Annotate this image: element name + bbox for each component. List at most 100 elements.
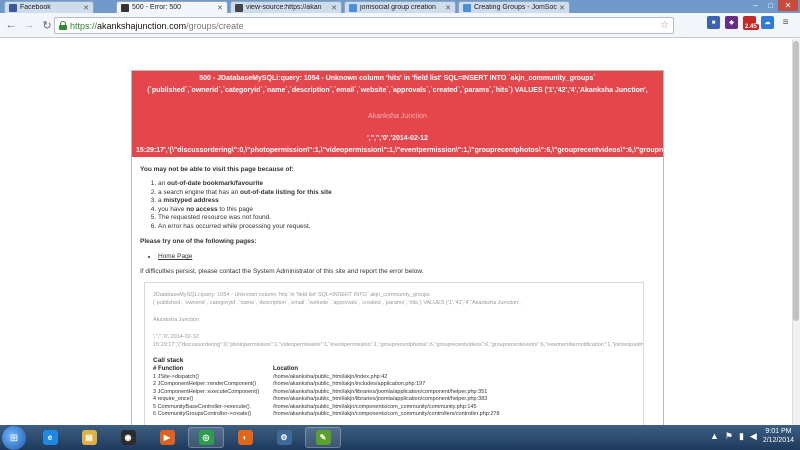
taskbar-app-button[interactable]: ✎ [305, 427, 341, 448]
url-path: /groups/create [186, 20, 244, 31]
tab-title: Facebook [20, 4, 51, 11]
tab-title: 500 - Error: 500 [132, 4, 182, 11]
extension-icon[interactable]: ■ [707, 16, 720, 29]
detail-line: JDatabaseMySQLi:query: 1054 - Unknown co… [153, 292, 432, 298]
start-button[interactable]: ⊞ [2, 426, 26, 450]
extension-icons: ■ ◆ 2.45 ☁ ≡ [707, 16, 792, 30]
error-header: 500 - JDatabaseMySQLi:query: 1054 - Unkn… [132, 71, 663, 157]
clock-date: 2/12/2014 [762, 437, 794, 444]
star-icon[interactable]: ☆ [660, 20, 669, 31]
jomsocial-favicon-icon [463, 3, 471, 12]
ie-icon: e [42, 430, 58, 445]
back-arrow-icon[interactable]: ← [4, 18, 18, 32]
page-viewport: 500 - JDatabaseMySQLi:query: 1054 - Unkn… [0, 39, 800, 425]
table-row: 4 require_once()/home/akanksha/public_ht… [153, 396, 488, 402]
list-item: The requested resource was not found. [158, 214, 655, 223]
tab-jomsocial-group-creation[interactable]: jomsocial group creation ✕ [344, 1, 456, 13]
volume-icon[interactable]: ◀ [750, 431, 757, 442]
call-stack-title: Call stack [153, 357, 184, 364]
error-content: You may not be able to visit this page b… [132, 157, 663, 425]
address-bar[interactable]: https:// akankshajunction.com /groups/cr… [54, 17, 674, 34]
tab-error-500[interactable]: 500 - Error: 500 ✕ [116, 1, 228, 13]
detail-line: (`published`,`ownerid`,`categoryid`,`nam… [153, 300, 521, 306]
table-row: 5 CommunityBaseController->execute()/hom… [153, 403, 477, 410]
table-row: 2 JComponentHelper::renderComponent()/ho… [153, 381, 426, 387]
site-favicon-icon [235, 3, 243, 12]
taskbar-app-button[interactable]: ◐ [227, 427, 263, 448]
tab-close-icon[interactable]: ✕ [83, 4, 89, 12]
list-item: An error has occurred while processing y… [158, 223, 655, 232]
taskbar-app-button[interactable]: ▶ [149, 427, 185, 448]
home-page-link[interactable]: Home Page [158, 253, 192, 260]
chrome-icon: ◎ [198, 430, 214, 445]
url-host: akankshajunction.com [97, 20, 187, 31]
tab-title: Creating Groups - JomSoc [474, 4, 557, 11]
detail-line: ','','','0','2014-02-12 [153, 334, 199, 340]
error-message-line: ','','','0','2014-02-12 [367, 135, 428, 142]
system-tray: ▲ ⚑ ▮ ◀ 9:01 PM 2/12/2014 [710, 427, 794, 445]
list-item: you have no access to this page [158, 206, 655, 215]
extension-badge-icon[interactable]: 2.45 [743, 16, 759, 30]
list-item: a mistyped address [158, 197, 655, 206]
explorer-icon: ▤ [81, 430, 97, 445]
forward-arrow-icon[interactable]: → [22, 18, 36, 32]
show-hidden-icons-icon[interactable]: ▲ [710, 431, 719, 441]
lock-icon [59, 21, 67, 30]
firefox-icon: ◐ [237, 430, 253, 445]
taskbar-app-button[interactable]: e [32, 427, 68, 448]
extension-icon[interactable]: ☁ [761, 16, 774, 29]
scrollbar-thumb[interactable] [793, 41, 799, 321]
contact-admin-text: If difficulties persist, please contact … [140, 268, 424, 275]
error-reasons-list: an out-of-date bookmark/favourite a sear… [158, 180, 655, 231]
taskbar-app-button[interactable]: ▤ [71, 427, 107, 448]
taskbar-app-button[interactable]: ⚙ [266, 427, 302, 448]
alternate-pages-list: Home Page [158, 252, 655, 261]
error-message-line: 500 - JDatabaseMySQLi:query: 1054 - Unkn… [199, 75, 596, 82]
list-item: a search engine that has an out-of-date … [158, 189, 655, 198]
tab-close-icon[interactable]: ✕ [217, 4, 223, 12]
close-window-icon[interactable]: ✕ [778, 0, 798, 11]
network-tool-icon: ⚙ [276, 430, 292, 445]
flag-icon[interactable]: ⚑ [725, 431, 733, 442]
list-item: Home Page [158, 252, 655, 261]
maximize-icon[interactable]: □ [763, 0, 778, 11]
tab-strip: Facebook ✕ 500 - Error: 500 ✕ view-sourc… [0, 0, 800, 13]
tab-view-source[interactable]: view-source:https://akan ✕ [230, 1, 342, 13]
reload-icon[interactable]: ↻ [40, 18, 54, 32]
tab-creating-groups[interactable]: Creating Groups - JomSoc ✕ [458, 1, 570, 13]
clock-time: 9:01 PM [765, 428, 792, 435]
extension-icon[interactable]: ◆ [725, 16, 738, 29]
error-lead: You may not be able to visit this page b… [140, 166, 294, 173]
error-panel: 500 - JDatabaseMySQLi:query: 1054 - Unkn… [131, 70, 664, 425]
detail-line: 15:29:17','{"discussordering":0,"photope… [153, 342, 644, 348]
tab-close-icon[interactable]: ✕ [559, 4, 565, 12]
try-pages-label: Please try one of the following pages: [140, 238, 257, 245]
video-player-icon: ▶ [159, 430, 175, 445]
taskbar: ⊞ e ▤ ◉ ▶ ◎ ◐ ⚙ ✎ ▲ ⚑ ▮ ◀ 9:01 PM 2/12/2014 [0, 425, 800, 450]
table-row: 6 CommunityGroupsController->create()/ho… [153, 411, 500, 417]
detail-name: Akanksha Junction [153, 317, 200, 323]
tab-close-icon[interactable]: ✕ [445, 4, 451, 12]
table-header-row: # Function Location [153, 366, 298, 372]
table-row: 3 JComponentHelper::executeComponent()/h… [153, 388, 488, 395]
tab-title: view-source:https://akan [246, 4, 322, 11]
clock[interactable]: 9:01 PM 2/12/2014 [763, 427, 794, 445]
tab-facebook[interactable]: Facebook ✕ [4, 1, 94, 13]
error-message-line: 15:29:17','{\"discussordering\":0,\"phot… [136, 147, 663, 154]
error-detail-box: JDatabaseMySQLi:query: 1054 - Unknown co… [144, 282, 644, 425]
tab-title: jomsocial group creation [360, 4, 436, 11]
tab-close-icon[interactable]: ✕ [331, 4, 337, 12]
menu-icon[interactable]: ≡ [779, 16, 792, 29]
minimize-icon[interactable]: – [748, 0, 763, 11]
extension-badge: 2.45 [743, 24, 759, 30]
error-message-line: (`published`,`ownerid`,`categoryid`,`nam… [147, 87, 648, 94]
error-message-name: Akanksha Junction [368, 113, 427, 120]
list-item: an out-of-date bookmark/favourite [158, 180, 655, 189]
network-icon[interactable]: ▮ [739, 431, 744, 442]
browser-toolbar: ← → ↻ https:// akankshajunction.com /gro… [0, 13, 800, 38]
window-controls: – □ ✕ [748, 0, 798, 11]
taskbar-app-button[interactable]: ◎ [188, 427, 224, 448]
taskbar-app-button[interactable]: ◉ [110, 427, 146, 448]
table-row: 1 JSite->dispatch()/home/akanksha/public… [153, 373, 388, 380]
notepad-plus-icon: ✎ [315, 430, 331, 445]
